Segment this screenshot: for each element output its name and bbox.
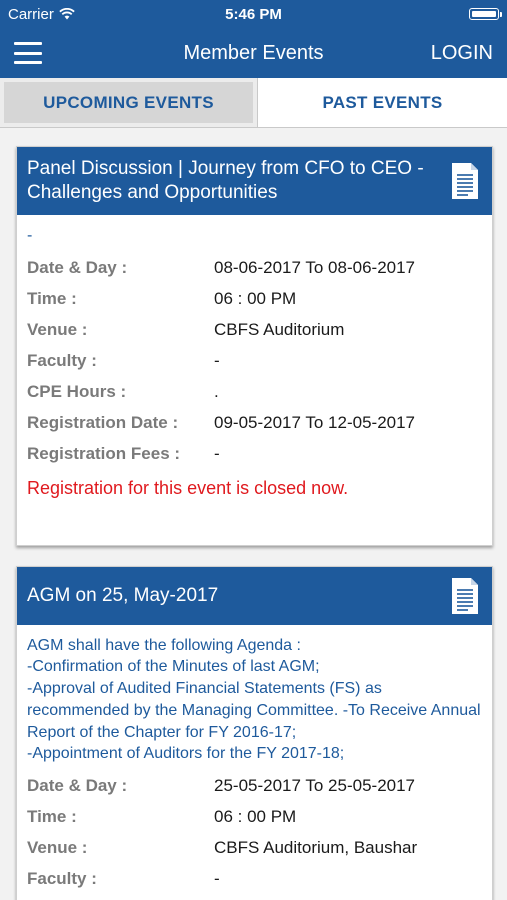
events-list: Panel Discussion | Journey from CFO to C…	[0, 128, 507, 900]
field-label: Venue :	[27, 319, 88, 339]
field-label: Registration Date :	[27, 412, 179, 432]
event-description: AGM shall have the following Agenda : -C…	[27, 636, 481, 763]
hamburger-menu-icon[interactable]	[14, 42, 42, 64]
tab-past-events[interactable]: PAST EVENTS	[257, 78, 507, 127]
event-card[interactable]: AGM on 25, May-2017 AGM shall have the f…	[16, 565, 493, 900]
field-value: 09-05-2017 To 12-05-2017	[214, 412, 416, 432]
field-label: CPE Hours :	[27, 381, 127, 401]
field-value: 08-06-2017 To 08-06-2017	[214, 257, 416, 277]
field-label: Time :	[27, 288, 77, 308]
field-time: Time : 06 : 00 PM	[27, 802, 482, 833]
field-label: Time :	[27, 806, 77, 826]
document-icon[interactable]	[450, 162, 480, 200]
event-card-body: - Date & Day : 08-06-2017 To 08-06-2017 …	[17, 215, 492, 545]
carrier-label: Carrier	[8, 5, 54, 23]
event-tabs: UPCOMING EVENTS PAST EVENTS	[0, 78, 507, 128]
field-faculty: Faculty : -	[27, 346, 482, 377]
tab-upcoming-events[interactable]: UPCOMING EVENTS	[0, 78, 257, 127]
carrier-info: Carrier	[8, 6, 75, 23]
event-card[interactable]: Panel Discussion | Journey from CFO to C…	[16, 146, 493, 546]
field-value: 06 : 00 PM	[214, 288, 297, 308]
status-bar: Carrier 5:46 PM	[0, 0, 507, 28]
event-card-header: AGM on 25, May-2017	[17, 566, 492, 625]
field-label: Date & Day :	[27, 775, 128, 795]
login-button[interactable]: LOGIN	[431, 42, 493, 65]
field-label: Venue :	[27, 837, 88, 857]
status-time: 5:46 PM	[225, 5, 282, 23]
field-time: Time : 06 : 00 PM	[27, 284, 482, 315]
wifi-icon	[59, 8, 75, 20]
field-value: 06 : 00 PM	[214, 806, 297, 826]
field-registration-fees: Registration Fees : -	[27, 439, 482, 470]
event-title: Panel Discussion | Journey from CFO to C…	[27, 158, 424, 203]
field-label: Date & Day :	[27, 257, 128, 277]
field-label: Faculty :	[27, 350, 97, 370]
field-venue: Venue : CBFS Auditorium	[27, 315, 482, 346]
field-value: .	[214, 381, 219, 401]
field-value: CBFS Auditorium, Baushar	[214, 837, 418, 857]
event-title: AGM on 25, May-2017	[27, 584, 219, 606]
field-date: Date & Day : 25-05-2017 To 25-05-2017	[27, 771, 482, 802]
field-registration-date: Registration Date : 09-05-2017 To 12-05-…	[27, 408, 482, 439]
field-date: Date & Day : 08-06-2017 To 08-06-2017	[27, 253, 482, 284]
field-value: -	[214, 443, 220, 463]
event-card-header: Panel Discussion | Journey from CFO to C…	[17, 147, 492, 215]
event-description: -	[27, 227, 33, 244]
document-icon[interactable]	[450, 577, 480, 615]
field-value: CBFS Auditorium	[214, 319, 345, 339]
field-label: Faculty :	[27, 868, 97, 888]
field-value: -	[214, 868, 220, 888]
field-label: Registration Fees :	[27, 443, 181, 463]
field-faculty: Faculty : -	[27, 864, 482, 895]
nav-bar: Member Events LOGIN	[0, 28, 507, 78]
field-value: -	[214, 350, 220, 370]
field-cpe-hours: CPE Hours : .	[27, 377, 482, 408]
battery-icon	[469, 8, 502, 20]
event-card-body: AGM shall have the following Agenda : -C…	[17, 625, 492, 900]
registration-closed-message: Registration for this event is closed no…	[27, 477, 349, 498]
field-value: 25-05-2017 To 25-05-2017	[214, 775, 416, 795]
field-venue: Venue : CBFS Auditorium, Baushar	[27, 833, 482, 864]
